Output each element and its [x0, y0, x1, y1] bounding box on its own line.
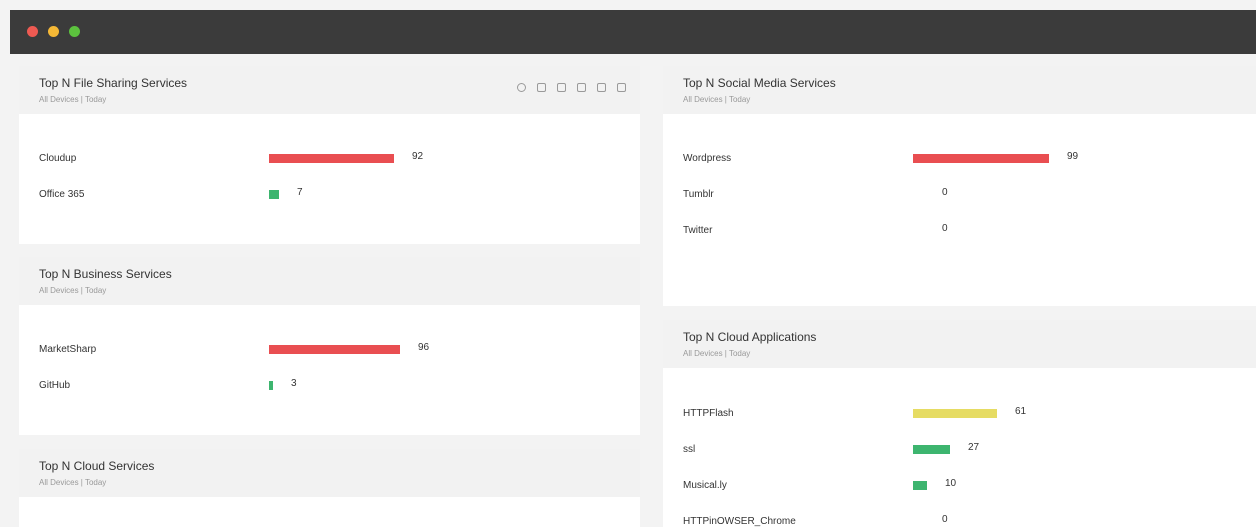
bar-value: 99 — [1067, 151, 1079, 162]
list-icon[interactable] — [537, 83, 546, 92]
row-label: Twitter — [683, 225, 713, 236]
row-label: MarketSharp — [39, 344, 97, 355]
bar-value: 10 — [945, 478, 957, 489]
maximize-window-icon[interactable] — [69, 26, 80, 37]
data-bar[interactable] — [269, 381, 273, 390]
row-label: Tumblr — [683, 189, 714, 200]
panel-header: Top N File Sharing Services All Devices … — [19, 66, 640, 114]
data-bar[interactable] — [269, 154, 394, 163]
close-window-icon[interactable] — [27, 26, 38, 37]
panel-file-sharing: Top N File Sharing Services All Devices … — [19, 66, 640, 244]
panel-social-media: Top N Social Media Services All Devices … — [663, 66, 1256, 306]
panel-title: Top N Cloud Applications — [683, 330, 817, 344]
panel-title: Top N Business Services — [39, 267, 172, 281]
data-bar[interactable] — [269, 345, 400, 354]
panel-subtitle: All Devices | Today — [683, 349, 751, 358]
panel-subtitle: All Devices | Today — [683, 95, 751, 104]
dashboard: Top N File Sharing Services All Devices … — [10, 54, 1256, 527]
refresh-icon[interactable] — [517, 83, 526, 92]
panel-header: Top N Business Services All Devices | To… — [19, 257, 640, 305]
data-bar[interactable] — [913, 154, 1049, 163]
data-bar[interactable] — [913, 481, 927, 490]
bar-value: 92 — [412, 151, 424, 162]
bar-value: 7 — [297, 187, 303, 198]
row-label: HTTPFlash — [683, 408, 734, 419]
row-label: Wordpress — [683, 153, 732, 164]
panel-cloud-services: Top N Cloud Services All Devices | Today — [19, 449, 640, 527]
panel-title: Top N Social Media Services — [683, 76, 836, 90]
panel-toolbar — [517, 83, 626, 92]
panel-header: Top N Cloud Applications All Devices | T… — [663, 320, 1256, 368]
bar-value: 3 — [291, 378, 297, 389]
panel-header: Top N Social Media Services All Devices … — [663, 66, 1256, 114]
expand-icon[interactable] — [597, 83, 606, 92]
bar-value: 0 — [942, 514, 948, 525]
panel-subtitle: All Devices | Today — [39, 95, 107, 104]
row-label: GitHub — [39, 380, 71, 391]
panel-subtitle: All Devices | Today — [39, 478, 107, 487]
row-label: Office 365 — [39, 189, 85, 200]
bar-value: 27 — [968, 442, 980, 453]
edit-icon[interactable] — [557, 83, 566, 92]
data-bar[interactable] — [913, 445, 950, 454]
copy-icon[interactable] — [577, 83, 586, 92]
panel-cloud-applications: Top N Cloud Applications All Devices | T… — [663, 320, 1256, 527]
row-label: HTTPinOWSER_Chrome — [683, 516, 796, 527]
row-label: ssl — [683, 444, 696, 455]
window-titlebar — [10, 10, 1256, 54]
bar-value: 0 — [942, 223, 948, 234]
panel-header: Top N Cloud Services All Devices | Today — [19, 449, 640, 497]
row-label: Musical.ly — [683, 480, 727, 491]
minimize-window-icon[interactable] — [48, 26, 59, 37]
row-label: Cloudup — [39, 153, 77, 164]
bar-value: 0 — [942, 187, 948, 198]
panel-title: Top N Cloud Services — [39, 459, 155, 473]
panel-title: Top N File Sharing Services — [39, 76, 188, 90]
panel-business-services: Top N Business Services All Devices | To… — [19, 257, 640, 435]
data-bar[interactable] — [269, 190, 279, 199]
menu-icon[interactable] — [617, 83, 626, 92]
data-bar[interactable] — [913, 409, 997, 418]
bar-value: 96 — [418, 342, 430, 353]
bar-value: 61 — [1015, 406, 1027, 417]
panel-subtitle: All Devices | Today — [39, 286, 107, 295]
